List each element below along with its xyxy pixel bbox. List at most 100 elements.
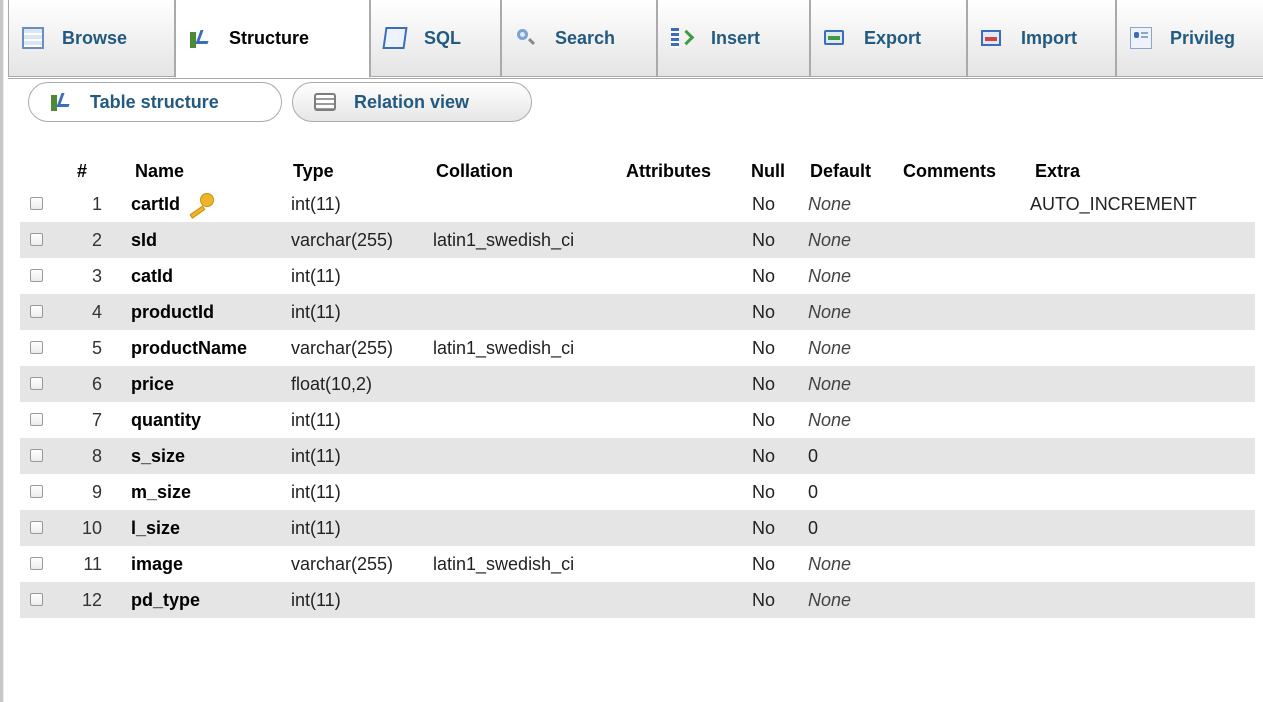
header-name[interactable]: Name	[135, 158, 184, 184]
table-row[interactable]: 5 productName varchar(255) latin1_swedish_c…	[20, 330, 1255, 366]
cell-default: None	[808, 302, 852, 322]
cell-num: 11	[83, 554, 102, 574]
cell-collation: latin1_swedish_ci	[433, 230, 575, 250]
primary-key-icon	[186, 193, 216, 213]
header-attributes[interactable]: Attributes	[626, 158, 711, 184]
cell-type: varchar(255)	[291, 338, 394, 358]
cell-type: int(11)	[291, 302, 341, 322]
header-null[interactable]: Null	[751, 158, 785, 184]
cell-name: price	[131, 366, 174, 402]
column-name: price	[131, 374, 175, 394]
column-name: s_size	[131, 446, 186, 466]
cell-name: catId	[131, 258, 173, 294]
column-name: m_size	[131, 482, 192, 502]
column-name: pd_type	[131, 590, 201, 610]
cell-null: No	[752, 590, 776, 610]
row-select-checkbox[interactable]	[30, 305, 43, 318]
header-collation[interactable]: Collation	[436, 158, 513, 184]
privileges-icon	[1130, 27, 1152, 49]
column-name: productName	[131, 338, 248, 358]
cell-null: No	[752, 482, 776, 502]
cell-num: 8	[91, 446, 102, 466]
top-tab-bar: Browse Structure SQL Search Insert Expor…	[8, 0, 1263, 79]
cell-type: int(11)	[291, 194, 341, 214]
tab-structure[interactable]: Structure	[175, 0, 370, 78]
cell-num: 9	[91, 482, 102, 502]
cell-num: 2	[91, 230, 102, 250]
sql-icon	[382, 27, 408, 49]
row-select-checkbox[interactable]	[30, 521, 43, 534]
tab-export[interactable]: Export	[810, 0, 967, 77]
row-select-checkbox[interactable]	[30, 233, 43, 246]
cell-name: productId	[131, 294, 214, 330]
cell-null: No	[752, 230, 776, 250]
header-type[interactable]: Type	[293, 158, 334, 184]
structure-icon	[189, 28, 211, 50]
cell-type: int(11)	[291, 410, 341, 430]
cell-default: 0	[808, 482, 819, 502]
cell-default: None	[808, 230, 852, 250]
table-row[interactable]: 3 catId int(11) No None	[20, 258, 1255, 294]
column-name: catId	[131, 266, 174, 286]
row-select-checkbox[interactable]	[30, 341, 43, 354]
table-row[interactable]: 4 productId int(11) No None	[20, 294, 1255, 330]
table-row[interactable]: 6 price float(10,2) No None	[20, 366, 1255, 402]
header-comments[interactable]: Comments	[903, 158, 996, 184]
tab-label: Search	[555, 27, 616, 48]
cell-name: productName	[131, 330, 247, 366]
cell-collation: latin1_swedish_ci	[433, 338, 575, 358]
table-row[interactable]: 11 image varchar(255) latin1_swedish_ci No No…	[20, 546, 1255, 582]
table-row[interactable]: 9 m_size int(11) No 0	[20, 474, 1255, 510]
table-structure-button[interactable]: Table structure	[28, 82, 282, 122]
cell-num: 5	[91, 338, 102, 358]
table-row[interactable]: 10 l_size int(11) No 0	[20, 510, 1255, 546]
tab-import[interactable]: Import	[967, 0, 1116, 77]
tab-insert[interactable]: Insert	[657, 0, 810, 77]
relation-view-button[interactable]: Relation view	[292, 82, 532, 122]
header-default[interactable]: Default	[810, 158, 871, 184]
row-select-checkbox[interactable]	[30, 377, 43, 390]
tab-label: SQL	[424, 27, 462, 48]
table-row[interactable]: 1 cartId int(11) No None AUTO_INCREMENT	[20, 186, 1255, 222]
table-row[interactable]: 8 s_size int(11) No 0	[20, 438, 1255, 474]
row-select-checkbox[interactable]	[30, 557, 43, 570]
column-name: l_size	[131, 518, 181, 538]
table-structure-label: Table structure	[90, 91, 219, 112]
column-name: sId	[131, 230, 158, 250]
cell-default: None	[808, 590, 852, 610]
cell-type: float(10,2)	[291, 374, 373, 394]
row-select-checkbox[interactable]	[30, 269, 43, 282]
cell-type: int(11)	[291, 446, 341, 466]
row-select-checkbox[interactable]	[30, 593, 43, 606]
cell-type: int(11)	[291, 266, 341, 286]
cell-null: No	[752, 410, 776, 430]
cell-num: 12	[81, 590, 102, 610]
tab-browse[interactable]: Browse	[8, 0, 175, 77]
row-select-checkbox[interactable]	[30, 197, 43, 210]
structure-icon	[50, 91, 72, 113]
tab-privileges[interactable]: Privileg	[1116, 0, 1263, 77]
cell-type: int(11)	[291, 482, 341, 502]
tab-search[interactable]: Search	[501, 0, 657, 77]
tab-label: Browse	[62, 27, 128, 48]
header-extra[interactable]: Extra	[1035, 158, 1080, 184]
export-icon	[824, 27, 846, 49]
cell-null: No	[752, 338, 776, 358]
row-select-checkbox[interactable]	[30, 485, 43, 498]
cell-default: None	[808, 338, 852, 358]
cell-name: pd_type	[131, 582, 200, 618]
tab-sql[interactable]: SQL	[370, 0, 501, 77]
table-row[interactable]: 12 pd_type int(11) No None	[20, 582, 1255, 618]
cell-num: 3	[91, 266, 102, 286]
row-select-checkbox[interactable]	[30, 449, 43, 462]
cell-default: 0	[808, 518, 819, 538]
row-select-checkbox[interactable]	[30, 413, 43, 426]
table-row[interactable]: 2 sId varchar(255) latin1_swedish_ci No None	[20, 222, 1255, 258]
column-name: productId	[131, 302, 214, 322]
column-name: cartId	[131, 194, 181, 214]
table-row[interactable]: 7 quantity int(11) No None	[20, 402, 1255, 438]
cell-name: quantity	[131, 402, 201, 438]
cell-num: 10	[81, 518, 102, 538]
cell-num: 1	[91, 194, 102, 214]
cell-name: cartId	[131, 186, 216, 222]
